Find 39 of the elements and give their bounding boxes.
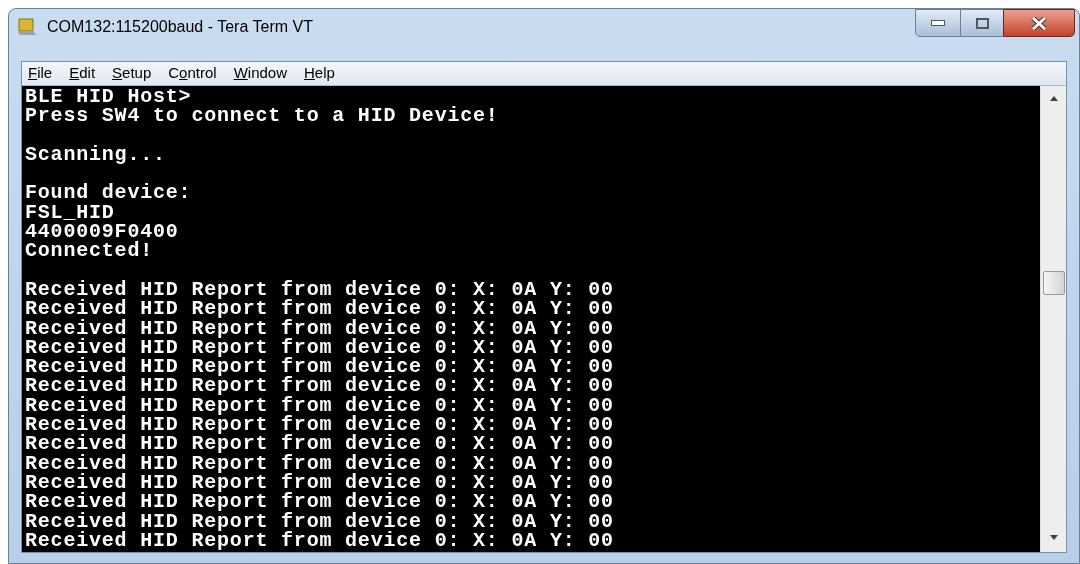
terminal-line: Found device: [25, 183, 192, 203]
menu-item[interactable]: Setup [112, 62, 152, 85]
terminal-line: Press SW4 to connect to a HID Device! [25, 106, 499, 126]
maximize-icon [975, 17, 989, 29]
menu-item[interactable]: Control [168, 62, 217, 85]
menu-item[interactable]: Help [304, 62, 335, 85]
terminal-line: Received HID Report from device 0: X: 0A Y: 00 [25, 530, 614, 551]
terminal-app-icon [17, 18, 37, 36]
scrollbar-thumb[interactable] [1042, 271, 1065, 295]
terminal-line: Received HID Report from device 0: X: 0A Y: 00 [25, 299, 614, 319]
window-title: COM132:115200baud - Tera Term VT [47, 17, 313, 37]
terminal-line: BLE HID Host> [25, 87, 192, 107]
terminal-line: 4400009F0400 [25, 222, 179, 242]
terminal-line: Connected! [25, 241, 154, 261]
menu-item[interactable]: File [28, 62, 53, 85]
terminal-line: Received HID Report from device 0: X: 0A Y: 00 [25, 357, 614, 377]
terminal-line: Received HID Report from device 0: X: 0A Y: 00 [25, 492, 614, 512]
terminal-line: Received HID Report from device 0: X: 0A Y: 00 [25, 511, 614, 531]
menu-item[interactable]: Edit [69, 62, 96, 85]
terminal-line: Received HID Report from device 0: X: 0A Y: 00 [25, 279, 614, 300]
vertical-scrollbar[interactable] [1040, 86, 1066, 552]
scroll-up-arrow-icon[interactable] [1049, 96, 1058, 101]
scroll-down-arrow-icon[interactable] [1049, 535, 1058, 540]
terminal-line: Received HID Report from device 0: X: 0A Y: 00 [25, 415, 614, 435]
terminal-line: Received HID Report from device 0: X: 0A Y: 00 [25, 395, 614, 416]
maximize-button[interactable] [961, 9, 1003, 37]
minimize-icon [931, 20, 945, 26]
terminal-line: Received HID Report from device 0: X: 0A Y: 00 [25, 318, 614, 338]
terminal-line: Received HID Report from device 0: X: 0A Y: 00 [25, 472, 614, 493]
minimize-button[interactable] [915, 9, 961, 37]
menu-item[interactable]: Window [233, 62, 287, 85]
terminal-line: FSL_HID [25, 202, 115, 223]
close-icon [1031, 16, 1047, 30]
terminal-line: Received HID Report from device 0: X: 0A Y: 00 [25, 434, 614, 454]
terminal-line: Received HID Report from device 0: X: 0A Y: 00 [25, 376, 614, 396]
terminal-line: Received HID Report from device 0: X: 0A Y: 00 [25, 337, 614, 358]
terminal-line: Received HID Report from device 0: X: 0A Y: 00 [25, 453, 614, 473]
close-button[interactable] [1003, 9, 1075, 37]
terminal-line: Scanning... [25, 144, 166, 165]
